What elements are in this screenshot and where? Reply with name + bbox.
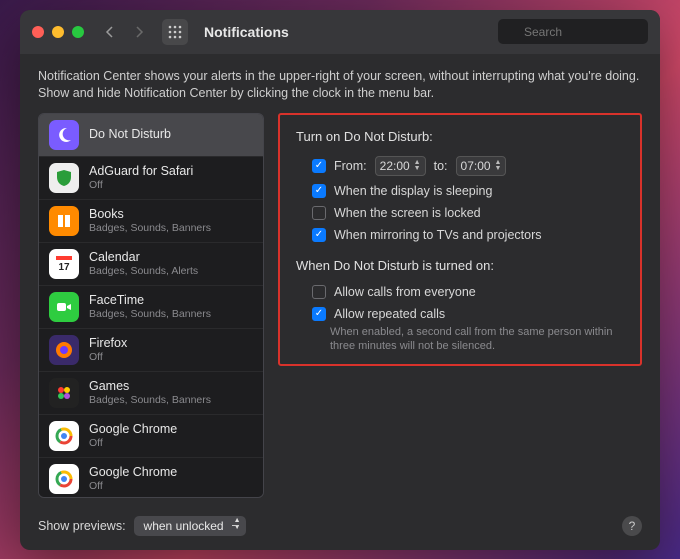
stepper-arrows-icon: ▲▼ (495, 160, 502, 172)
back-button[interactable] (98, 21, 120, 43)
adguard-icon (49, 163, 79, 193)
app-name: AdGuard for Safari (89, 164, 193, 179)
app-text: BooksBadges, Sounds, Banners (89, 207, 211, 235)
dnd-settings-panel: Turn on Do Not Disturb: From: 22:00 ▲▼ t… (278, 113, 642, 367)
sidebar-item-books[interactable]: BooksBadges, Sounds, Banners (39, 200, 263, 243)
from-row: From: 22:00 ▲▼ to: 07:00 ▲▼ (296, 156, 624, 176)
firefox-icon (49, 335, 79, 365)
app-sub: Off (89, 351, 127, 364)
to-time-value: 07:00 (461, 159, 491, 173)
app-text: Do Not Disturb (89, 127, 171, 142)
app-sub: Badges, Sounds, Banners (89, 222, 211, 235)
sidebar-item-facetime[interactable]: FaceTimeBadges, Sounds, Banners (39, 286, 263, 329)
app-name: Firefox (89, 336, 127, 351)
to-label: to: (434, 159, 448, 173)
allow-repeated-label: Allow repeated calls (334, 307, 445, 321)
grid-icon (168, 25, 182, 39)
app-text: GamesBadges, Sounds, Banners (89, 379, 211, 407)
from-time-stepper[interactable]: 22:00 ▲▼ (375, 156, 426, 176)
mirroring-label: When mirroring to TVs and projectors (334, 228, 542, 242)
sidebar-item-firefox[interactable]: FirefoxOff (39, 329, 263, 372)
facetime-icon (49, 292, 79, 322)
window-title: Notifications (204, 24, 490, 40)
app-name: FaceTime (89, 293, 211, 308)
sidebar-item-games[interactable]: GamesBadges, Sounds, Banners (39, 372, 263, 415)
repeated-hint: When enabled, a second call from the sam… (296, 325, 624, 355)
pane-description: Notification Center shows your alerts in… (20, 54, 660, 113)
sleeping-label: When the display is sleeping (334, 184, 492, 198)
svg-text:17: 17 (58, 262, 70, 273)
forward-button[interactable] (128, 21, 150, 43)
titlebar: Notifications (20, 10, 660, 54)
app-sub: Badges, Sounds, Banners (89, 394, 211, 407)
from-label: From: (334, 159, 367, 173)
app-sub: Off (89, 179, 193, 192)
previews-value: when unlocked (144, 519, 224, 533)
locked-checkbox[interactable] (312, 206, 326, 220)
app-name: Do Not Disturb (89, 127, 171, 142)
allow-repeated-checkbox[interactable] (312, 307, 326, 321)
app-name: Books (89, 207, 211, 222)
app-sidebar[interactable]: Do Not DisturbAdGuard for SafariOffBooks… (38, 113, 264, 498)
app-name: Calendar (89, 250, 198, 265)
previews-label: Show previews: (38, 519, 126, 533)
body: Do Not DisturbAdGuard for SafariOffBooks… (20, 113, 660, 506)
turn-on-label: Turn on Do Not Disturb: (296, 129, 624, 144)
games-icon (49, 378, 79, 408)
locked-row: When the screen is locked (296, 206, 624, 220)
chrome-icon (49, 464, 79, 494)
chevron-updown-icon: ▲▼ (234, 517, 241, 531)
app-name: Google Chrome (89, 422, 177, 437)
footer: Show previews: when unlocked ▲▼ ? (20, 506, 660, 550)
search-input[interactable] (498, 19, 648, 44)
zoom-button[interactable] (72, 26, 84, 38)
from-checkbox[interactable] (312, 159, 326, 173)
from-time-value: 22:00 (380, 159, 410, 173)
app-sub: Badges, Sounds, Alerts (89, 265, 198, 278)
app-text: Google ChromeOff (89, 422, 177, 450)
books-icon (49, 206, 79, 236)
app-text: Google ChromeOff (89, 465, 177, 493)
when-on-label: When Do Not Disturb is turned on: (296, 258, 624, 273)
traffic-lights (32, 26, 84, 38)
sidebar-item-do-not-disturb[interactable]: Do Not Disturb (39, 114, 263, 157)
app-sub: Off (89, 480, 177, 493)
sidebar-item-adguard-for-safari[interactable]: AdGuard for SafariOff (39, 157, 263, 200)
app-text: CalendarBadges, Sounds, Alerts (89, 250, 198, 278)
app-text: FaceTimeBadges, Sounds, Banners (89, 293, 211, 321)
app-name: Google Chrome (89, 465, 177, 480)
sleeping-checkbox[interactable] (312, 184, 326, 198)
mirroring-row: When mirroring to TVs and projectors (296, 228, 624, 242)
sidebar-item-calendar[interactable]: 17 CalendarBadges, Sounds, Alerts (39, 243, 263, 286)
app-sub: Off (89, 437, 177, 450)
sidebar-item-google-chrome[interactable]: Google ChromeOff (39, 458, 263, 498)
allow-everyone-label: Allow calls from everyone (334, 285, 476, 299)
stepper-arrows-icon: ▲▼ (414, 160, 421, 172)
search-wrap (498, 19, 648, 44)
allow-everyone-row: Allow calls from everyone (296, 285, 624, 299)
moon-icon (49, 120, 79, 150)
app-text: FirefoxOff (89, 336, 127, 364)
allow-repeated-row: Allow repeated calls (296, 307, 624, 321)
app-name: Games (89, 379, 211, 394)
chrome-icon (49, 421, 79, 451)
close-button[interactable] (32, 26, 44, 38)
previews-select[interactable]: when unlocked ▲▼ (134, 516, 246, 536)
app-text: AdGuard for SafariOff (89, 164, 193, 192)
mirroring-checkbox[interactable] (312, 228, 326, 242)
app-sub: Badges, Sounds, Banners (89, 308, 211, 321)
show-all-button[interactable] (162, 19, 188, 45)
allow-everyone-checkbox[interactable] (312, 285, 326, 299)
calendar-icon: 17 (49, 249, 79, 279)
locked-label: When the screen is locked (334, 206, 481, 220)
help-button[interactable]: ? (622, 516, 642, 536)
sleeping-row: When the display is sleeping (296, 184, 624, 198)
sidebar-item-google-chrome[interactable]: Google ChromeOff (39, 415, 263, 458)
minimize-button[interactable] (52, 26, 64, 38)
to-time-stepper[interactable]: 07:00 ▲▼ (456, 156, 507, 176)
preferences-window: Notifications Notification Center shows … (20, 10, 660, 550)
